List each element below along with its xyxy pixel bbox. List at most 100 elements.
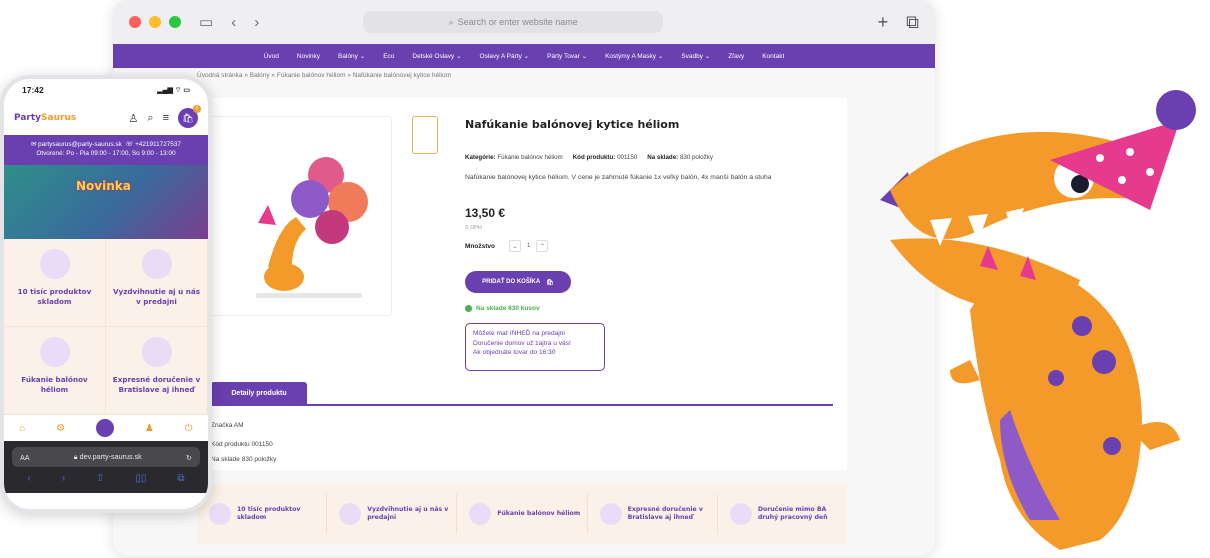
pickup-line-2: Doručenie domov už zajtra u vás! — [473, 339, 571, 347]
phone-tab-bar: ⌂ ⚙ ♟ ⏻ — [4, 415, 208, 441]
sidebar-icon[interactable]: ▭ — [199, 13, 213, 31]
feature-item: Doručenie mimo BA druhý pracovný deň — [718, 494, 847, 534]
phone-time: 17:42 — [22, 85, 44, 95]
spec-stock: Na sklade 830 položky — [211, 456, 277, 463]
quantity-label: Množstvo — [465, 243, 495, 250]
confetti-icon — [209, 503, 231, 525]
shop-icon — [339, 503, 362, 525]
dino-delivery-icon — [729, 503, 752, 525]
promo-banner[interactable]: Novinka — [4, 165, 208, 239]
check-icon — [465, 305, 472, 312]
product-meta: Kategórie: Fúkanie balónov héliom Kód pr… — [465, 154, 713, 161]
phone-address-bar[interactable]: AA 🔒︎ dev.party-saurus.sk ↻ — [12, 447, 200, 467]
nav-item-uvod[interactable]: Úvod — [264, 53, 279, 60]
settings-icon[interactable]: ⚙ — [56, 423, 65, 434]
safari-nav-buttons: ‹ › ⇧ ▯▯ ⧉ — [12, 467, 200, 484]
partysaurus-logo[interactable]: PartySaurus — [14, 113, 76, 123]
desktop-browser-window: ▭ ‹ › ⌕ Search or enter website name + ⧉… — [113, 0, 935, 556]
cart-tab-icon[interactable] — [96, 419, 115, 437]
nav-item-zlavy[interactable]: Zľavy — [728, 53, 744, 60]
product-image[interactable] — [197, 116, 392, 316]
address-placeholder: Search or enter website name — [457, 17, 578, 27]
nav-item-detske-oslavy[interactable]: Detské Oslavy ⌄ — [412, 52, 461, 60]
feature-tile[interactable]: 10 tisíc produktov skladom — [4, 239, 106, 327]
tab-underline — [211, 404, 833, 406]
nav-item-oslavy-a-party[interactable]: Oslavy A Párty ⌄ — [480, 52, 530, 60]
quantity-value[interactable]: 1 — [527, 243, 530, 249]
feature-tile[interactable]: Fúkanie balónov héliom — [4, 327, 106, 415]
tab-product-details[interactable]: Detaily produktu — [211, 382, 307, 404]
delivery-icon — [141, 337, 172, 367]
forward-icon[interactable]: › — [62, 473, 65, 484]
minimize-window-button[interactable] — [149, 16, 161, 28]
pickup-info-box: Môžete mať INHEĎ na predajni Doručenie d… — [465, 323, 605, 371]
close-window-button[interactable] — [129, 16, 141, 28]
banner-title: Novinka — [76, 179, 131, 193]
feature-tile[interactable]: Expresné doručenie v Bratislave aj ihneď — [106, 327, 208, 415]
quantity-increase-button[interactable]: ⌃ — [536, 240, 549, 252]
nav-item-kostymy[interactable]: Kostýmy A Masky ⌄ — [605, 52, 663, 60]
power-icon[interactable]: ⏻ — [185, 423, 193, 434]
search-icon[interactable]: ⌕ — [147, 112, 153, 125]
main-navigation: Úvod Novinky Balóny ⌄ Eco Detské Oslavy … — [113, 44, 935, 68]
address-bar[interactable]: ⌕ Search or enter website name — [363, 11, 664, 33]
tabs-icon[interactable]: ⧉ — [177, 473, 184, 484]
maximize-window-button[interactable] — [169, 16, 181, 28]
breadcrumb[interactable]: Úvodná stránka » Balóny » Fúkanie balóno… — [197, 72, 451, 79]
shop-icon — [141, 249, 172, 279]
nav-item-novinky[interactable]: Novinky — [297, 53, 320, 60]
browser-titlebar: ▭ ‹ › ⌕ Search or enter website name + ⧉ — [113, 0, 935, 44]
user-icon[interactable]: ♙ — [129, 112, 139, 125]
add-to-cart-label: PRIDAŤ DO KOŠÍKA — [482, 279, 541, 285]
cart-count-badge: 0 — [193, 105, 201, 113]
menu-icon[interactable]: ≡ — [163, 112, 169, 124]
feature-item: Expresné doručenie v Bratislave aj ihneď — [588, 494, 718, 534]
back-icon[interactable]: ‹ — [231, 14, 236, 31]
code-value: 001150 — [617, 154, 638, 161]
balloons-icon — [469, 503, 492, 525]
quantity-stepper: ⌄ 1 ⌃ — [509, 240, 549, 252]
add-to-cart-button[interactable]: PRIDAŤ DO KOŠÍKA 🛍 — [465, 271, 571, 293]
text-size-button[interactable]: AA — [20, 453, 30, 462]
product-thumbnail[interactable] — [412, 116, 438, 154]
nav-item-balony[interactable]: Balóny ⌄ — [338, 52, 365, 60]
contact-phone[interactable]: +421911727537 — [135, 141, 181, 148]
product-title: Nafúkanie balónovej kytice héliom — [465, 118, 680, 131]
in-stock-status: Na sklade 830 kusov — [465, 305, 540, 312]
feature-item: 10 tisíc produktov skladom — [197, 494, 328, 534]
pickup-line-3: Ak objednáte tovar do 16:30 — [473, 349, 556, 357]
nav-item-party-tovar[interactable]: Párty Tovar ⌄ — [547, 52, 587, 60]
tab-overview-icon[interactable]: ⧉ — [906, 12, 919, 33]
quantity-decrease-button[interactable]: ⌄ — [509, 240, 521, 252]
phone-feature-grid: 10 tisíc produktov skladom Vyzdvihnutie … — [4, 239, 208, 415]
forward-icon[interactable]: › — [254, 14, 259, 31]
balloons-icon — [39, 337, 70, 367]
back-icon[interactable]: ‹ — [27, 473, 30, 484]
share-icon[interactable]: ⇧ — [96, 473, 104, 484]
safari-bottom-bar: AA 🔒︎ dev.party-saurus.sk ↻ ‹ › ⇧ ▯▯ ⧉ — [4, 441, 208, 493]
spec-brand: Značka AM — [211, 422, 244, 429]
balloon-dino-illustration — [256, 157, 368, 298]
opening-hours: Otvorené: Po - Pia 09:00 - 17:00, So 9:0… — [36, 150, 176, 158]
bookmarks-icon[interactable]: ▯▯ — [135, 473, 146, 484]
feature-tile[interactable]: Vyzdvihnutie aj u nás v predajni — [106, 239, 208, 327]
search-icon: ⌕ — [448, 16, 454, 27]
nav-item-eco[interactable]: Eco — [383, 53, 394, 60]
nav-item-svadby[interactable]: Svadby ⌄ — [681, 52, 710, 60]
phone-url: dev.party-saurus.sk — [79, 452, 142, 461]
product-description: Nafúkanie balónovej kytice héliom. V cen… — [465, 174, 772, 181]
cart-button[interactable]: 🛍 0 — [178, 105, 201, 128]
phone-status-bar: 17:42 ▂▄▆ ⌔ ▭ — [4, 79, 208, 101]
in-stock-text: Na sklade 830 kusov — [476, 305, 540, 312]
reload-icon[interactable]: ↻ — [186, 453, 192, 462]
home-icon[interactable]: ⌂ — [19, 423, 25, 434]
user-tab-icon[interactable]: ♟ — [145, 423, 154, 434]
product-price: 13,50 € — [465, 206, 506, 220]
contact-email[interactable]: partysaurus@party-saurus.sk — [38, 141, 122, 148]
feature-item: Fúkanie balónov héliom — [457, 494, 588, 534]
phone-icon: ☏ — [125, 141, 136, 148]
nav-item-kontakt[interactable]: Kontakt — [762, 53, 784, 60]
mobile-phone-mockup: 17:42 ▂▄▆ ⌔ ▭ PartySaurus ♙ ⌕ ≡ 🛍 0 ✉ par… — [0, 75, 212, 513]
category-value[interactable]: Fúkanie balónov héliom — [497, 154, 562, 161]
new-tab-icon[interactable]: + — [878, 12, 889, 33]
